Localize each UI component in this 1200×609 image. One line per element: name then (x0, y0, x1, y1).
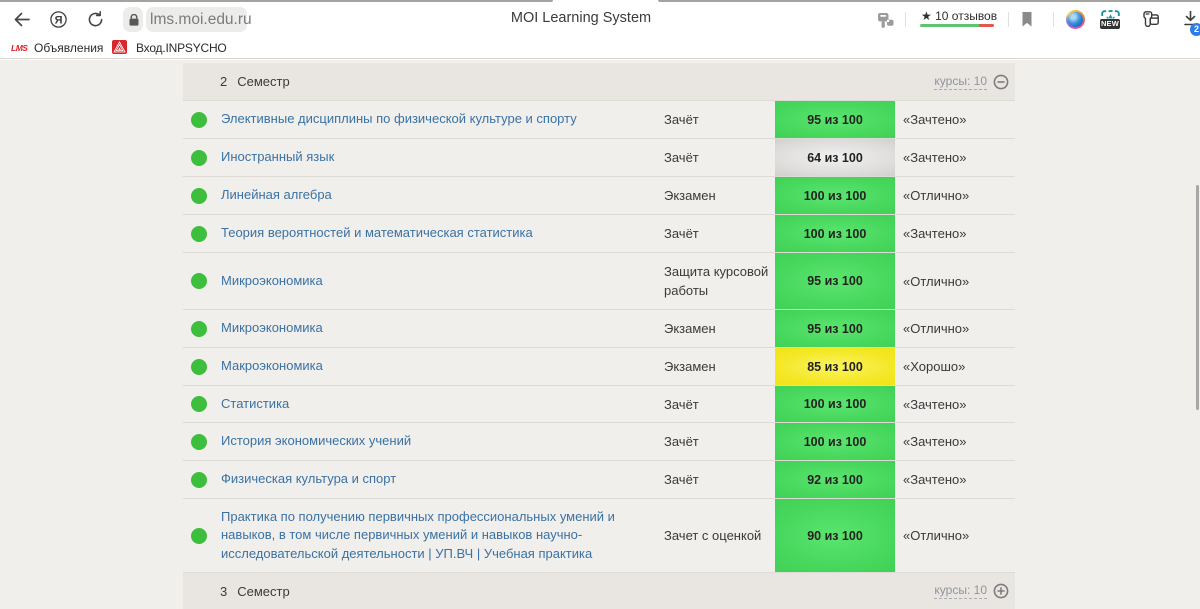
svg-text:Я: Я (55, 15, 63, 27)
